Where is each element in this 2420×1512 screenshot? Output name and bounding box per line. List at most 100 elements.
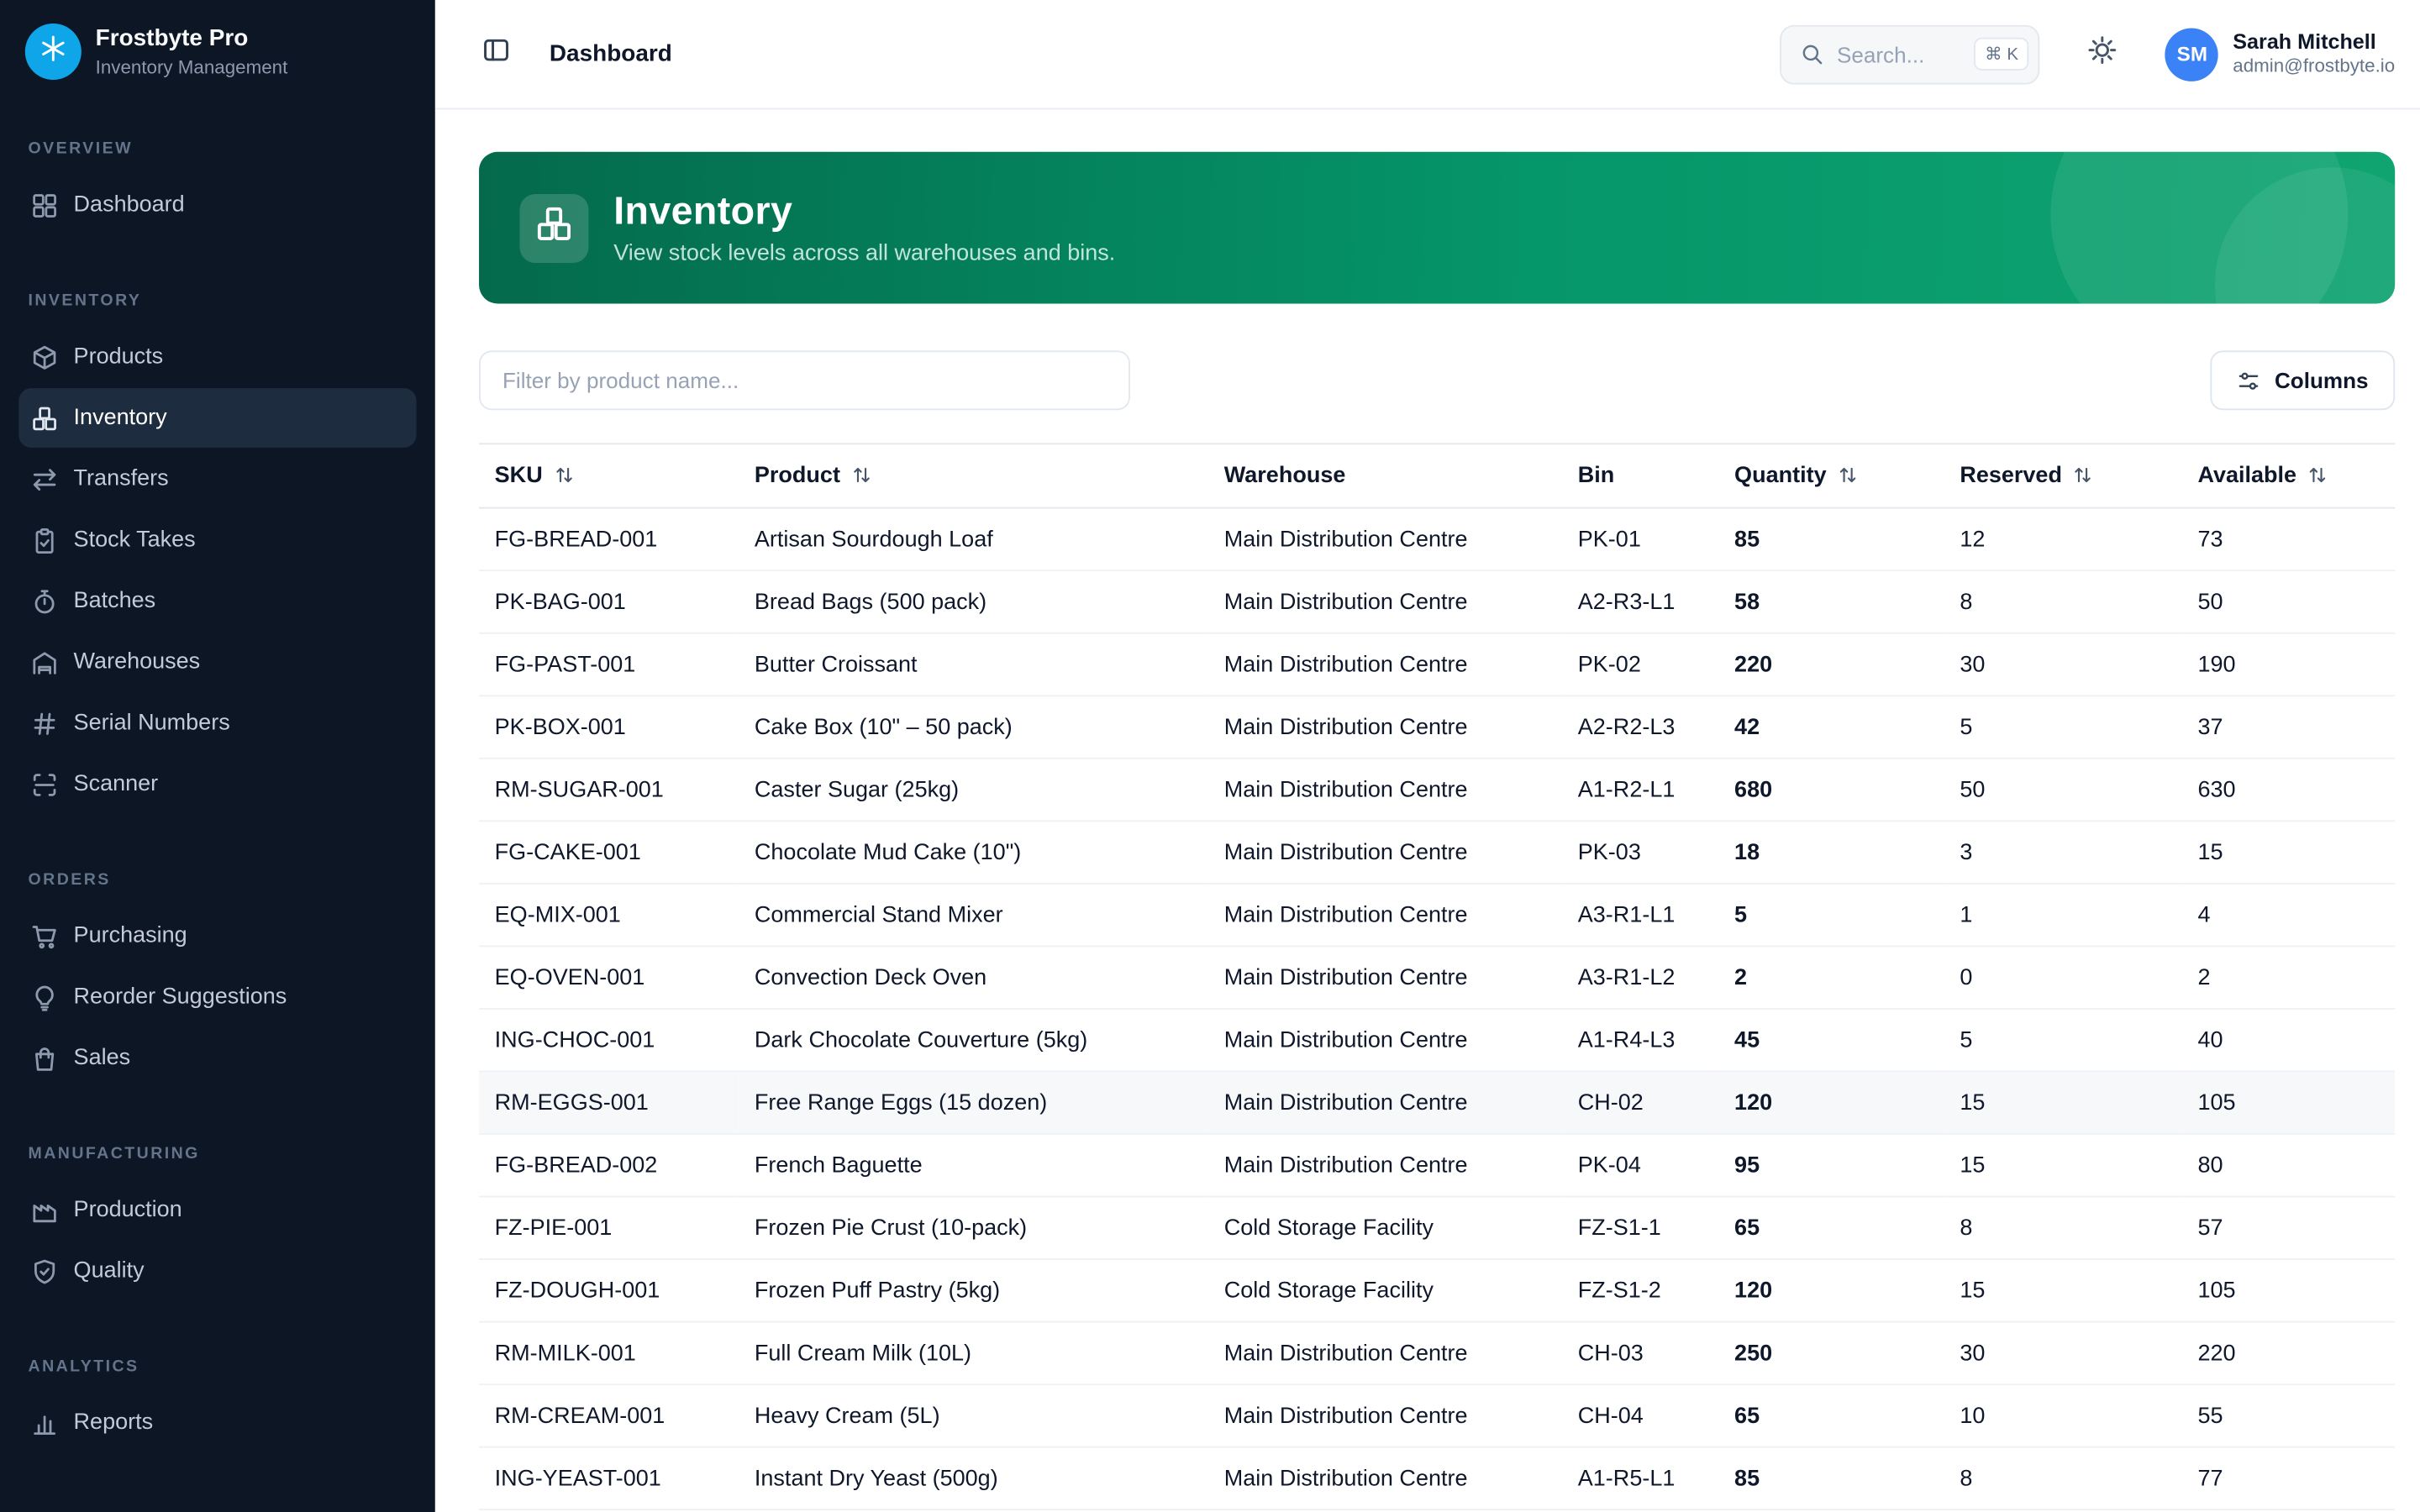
cell-reserved: 3	[1944, 821, 2182, 884]
user-name: Sarah Mitchell	[2233, 29, 2395, 55]
user-menu[interactable]: SM Sarah Mitchell admin@frostbyte.io	[2165, 28, 2395, 81]
sidebar-section-label: ORDERS	[18, 870, 416, 889]
global-search[interactable]: ⌘ K	[1781, 24, 2040, 84]
table-row[interactable]: RM-EGGS-001 Free Range Eggs (15 dozen) M…	[479, 1071, 2395, 1134]
sidebar-item-stock-takes[interactable]: Stock Takes	[18, 510, 416, 570]
product-filter-input[interactable]	[479, 350, 1130, 410]
theme-toggle-button[interactable]	[2075, 26, 2131, 82]
sort-icon[interactable]	[554, 465, 574, 485]
sidebar-item-dashboard[interactable]: Dashboard	[18, 176, 416, 235]
cell-warehouse: Main Distribution Centre	[1208, 1322, 1562, 1385]
sidebar-item-reorder-suggestions[interactable]: Reorder Suggestions	[18, 968, 416, 1027]
column-header-product[interactable]: Product	[739, 444, 1208, 507]
sidebar-item-warehouses[interactable]: Warehouses	[18, 633, 416, 692]
cell-product: Cake Box (10" – 50 pack)	[739, 696, 1208, 759]
sidebar-section: ORDERS Purchasing Reorder Suggestions Sa…	[18, 870, 416, 1088]
cell-reserved: 30	[1944, 1322, 2182, 1385]
cell-reserved: 8	[1944, 570, 2182, 633]
cell-product: Caster Sugar (25kg)	[739, 759, 1208, 822]
columns-button[interactable]: Columns	[2211, 350, 2396, 410]
sidebar-nav: OVERVIEW Dashboard INVENTORY Products In…	[0, 102, 435, 1512]
table-row[interactable]: EQ-OVEN-001 Convection Deck Oven Main Di…	[479, 946, 2395, 1009]
cell-quantity: 85	[1718, 508, 1944, 571]
sidebar-section: ANALYTICS Reports	[18, 1357, 416, 1453]
column-header-quantity[interactable]: Quantity	[1718, 444, 1944, 507]
table-row[interactable]: FG-BREAD-001 Artisan Sourdough Loaf Main…	[479, 508, 2395, 571]
cell-quantity: 58	[1718, 570, 1944, 633]
cell-product: Free Range Eggs (15 dozen)	[739, 1071, 1208, 1134]
table-row[interactable]: FG-CAKE-001 Chocolate Mud Cake (10") Mai…	[479, 821, 2395, 884]
cell-sku: EQ-MIX-001	[479, 884, 739, 947]
search-icon	[1801, 42, 1824, 66]
sidebar-item-serial-numbers[interactable]: Serial Numbers	[18, 693, 416, 753]
sidebar-item-batches[interactable]: Batches	[18, 571, 416, 631]
sort-icon[interactable]	[851, 465, 871, 485]
cell-sku: FG-PAST-001	[479, 633, 739, 696]
main-area: Dashboard ⌘ K SM Sarah Mitchell admin@fr…	[435, 0, 2420, 1512]
cell-bin: A1-R5-L1	[1562, 1447, 1718, 1510]
sidebar-item-transfers[interactable]: Transfers	[18, 449, 416, 509]
sidebar-section: MANUFACTURING Production Quality	[18, 1144, 416, 1300]
cell-bin: A2-R3-L1	[1562, 570, 1718, 633]
cell-bin: A2-R2-L3	[1562, 696, 1718, 759]
table-row[interactable]: FG-BREAD-002 French Baguette Main Distri…	[479, 1134, 2395, 1197]
user-email: admin@frostbyte.io	[2233, 55, 2395, 79]
warehouses-icon	[31, 648, 58, 675]
cell-bin: A3-R1-L2	[1562, 946, 1718, 1009]
column-header-sku[interactable]: SKU	[479, 444, 739, 507]
stock-takes-icon	[31, 527, 58, 554]
sidebar-item-sales[interactable]: Sales	[18, 1028, 416, 1088]
cell-warehouse: Main Distribution Centre	[1208, 633, 1562, 696]
sort-icon[interactable]	[1838, 465, 1858, 485]
sliders-icon	[2237, 369, 2260, 392]
app-tagline: Inventory Management	[96, 56, 288, 78]
table-row[interactable]: FZ-DOUGH-001 Frozen Puff Pastry (5kg) Co…	[479, 1259, 2395, 1322]
sidebar-item-reports[interactable]: Reports	[18, 1393, 416, 1452]
cell-product: Dark Chocolate Couverture (5kg)	[739, 1009, 1208, 1072]
table-row[interactable]: FZ-PIE-001 Frozen Pie Crust (10-pack) Co…	[479, 1197, 2395, 1260]
cell-quantity: 65	[1718, 1197, 1944, 1260]
table-row[interactable]: RM-MILK-001 Full Cream Milk (10L) Main D…	[479, 1322, 2395, 1385]
sidebar-item-inventory[interactable]: Inventory	[18, 388, 416, 448]
cell-available: 40	[2182, 1009, 2395, 1072]
cell-bin: CH-03	[1562, 1322, 1718, 1385]
cell-quantity: 42	[1718, 696, 1944, 759]
panel-left-icon	[482, 36, 511, 72]
table-row[interactable]: FG-PAST-001 Butter Croissant Main Distri…	[479, 633, 2395, 696]
sort-icon[interactable]	[2073, 465, 2093, 485]
snowflake-logo-icon	[39, 34, 68, 70]
cell-quantity: 95	[1718, 1134, 1944, 1197]
transfers-icon	[31, 465, 58, 492]
cell-warehouse: Main Distribution Centre	[1208, 884, 1562, 947]
sort-icon[interactable]	[2307, 465, 2328, 485]
sidebar-item-scanner[interactable]: Scanner	[18, 754, 416, 814]
cell-available: 15	[2182, 821, 2395, 884]
cell-reserved: 10	[1944, 1384, 2182, 1447]
cell-available: 105	[2182, 1259, 2395, 1322]
cell-warehouse: Main Distribution Centre	[1208, 570, 1562, 633]
cell-sku: FZ-DOUGH-001	[479, 1259, 739, 1322]
sidebar-item-products[interactable]: Products	[18, 327, 416, 386]
column-header-available[interactable]: Available	[2182, 444, 2395, 507]
sidebar-item-production[interactable]: Production	[18, 1180, 416, 1240]
cell-warehouse: Main Distribution Centre	[1208, 946, 1562, 1009]
table-header-row: SKU Product Warehouse Bin Quantity Reser…	[479, 444, 2395, 507]
sidebar-toggle-button[interactable]	[470, 28, 523, 81]
cell-available: 4	[2182, 884, 2395, 947]
topbar: Dashboard ⌘ K SM Sarah Mitchell admin@fr…	[435, 0, 2420, 109]
column-header-reserved[interactable]: Reserved	[1944, 444, 2182, 507]
table-row[interactable]: ING-CHOC-001 Dark Chocolate Couverture (…	[479, 1009, 2395, 1072]
table-row[interactable]: PK-BAG-001 Bread Bags (500 pack) Main Di…	[479, 570, 2395, 633]
table-row[interactable]: PK-BOX-001 Cake Box (10" – 50 pack) Main…	[479, 696, 2395, 759]
sidebar-item-purchasing[interactable]: Purchasing	[18, 906, 416, 966]
table-row[interactable]: RM-SUGAR-001 Caster Sugar (25kg) Main Di…	[479, 759, 2395, 822]
table-row[interactable]: RM-CREAM-001 Heavy Cream (5L) Main Distr…	[479, 1384, 2395, 1447]
cell-available: 57	[2182, 1197, 2395, 1260]
table-row[interactable]: EQ-MIX-001 Commercial Stand Mixer Main D…	[479, 884, 2395, 947]
search-input[interactable]	[1837, 41, 1961, 66]
cell-available: 220	[2182, 1322, 2395, 1385]
cell-quantity: 18	[1718, 821, 1944, 884]
search-shortcut-badge: ⌘ K	[1974, 38, 2029, 71]
table-row[interactable]: ING-YEAST-001 Instant Dry Yeast (500g) M…	[479, 1447, 2395, 1510]
sidebar-item-quality[interactable]: Quality	[18, 1242, 416, 1301]
